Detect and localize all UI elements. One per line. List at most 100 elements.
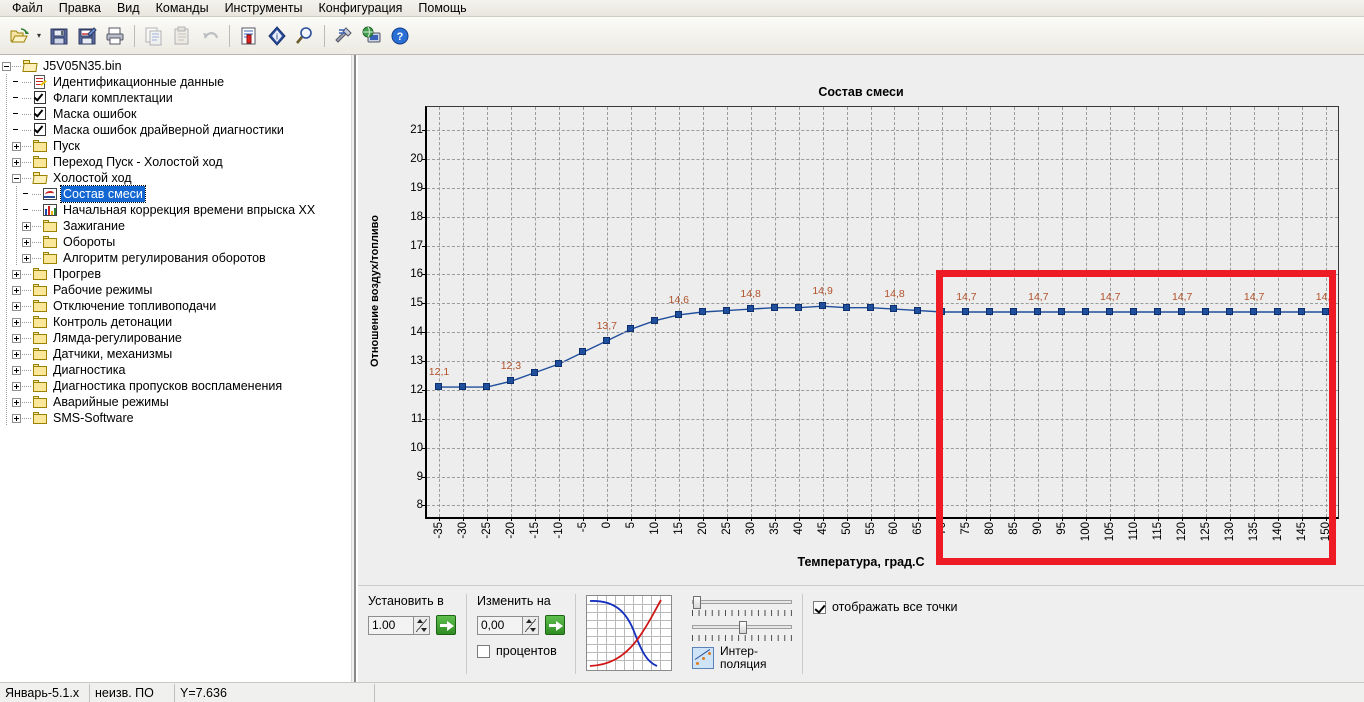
tree-item-12[interactable]: Прогрев [2, 266, 354, 282]
tree-expander-16[interactable] [12, 333, 21, 343]
spin-up-icon[interactable] [414, 617, 429, 626]
tree-item-16[interactable]: Лямда-регулирование [2, 330, 354, 346]
tree-expander-10[interactable] [22, 237, 31, 247]
data-point-20[interactable] [914, 306, 922, 314]
tree-expander-5[interactable] [12, 157, 21, 167]
tree-item-21[interactable]: SMS-Software [2, 410, 354, 426]
slider-knob[interactable] [693, 596, 701, 609]
data-point-9[interactable] [650, 316, 658, 324]
data-point-8[interactable] [626, 325, 634, 333]
copy-icon[interactable] [141, 23, 167, 49]
data-point-23[interactable] [986, 308, 994, 315]
report-icon[interactable] [236, 23, 262, 49]
data-point-7[interactable] [602, 336, 610, 344]
tree-item-17[interactable]: Датчики, механизмы [2, 346, 354, 362]
spin-down-icon[interactable] [523, 625, 538, 634]
tree-item-0[interactable]: Идентификационные данные [2, 74, 354, 90]
show-all-points-row[interactable]: отображать все точки [813, 600, 957, 614]
data-point-31[interactable] [1178, 308, 1186, 315]
data-point-27[interactable] [1082, 308, 1090, 315]
show-all-points-checkbox[interactable] [813, 600, 826, 614]
data-point-2[interactable] [482, 383, 490, 391]
data-point-17[interactable] [842, 303, 850, 311]
open-file-icon[interactable] [6, 23, 32, 49]
data-point-37[interactable] [1322, 308, 1329, 315]
tools-icon[interactable] [331, 23, 357, 49]
apply-set-to-button[interactable] [436, 615, 456, 635]
data-point-32[interactable] [1202, 308, 1210, 315]
change-by-spinner[interactable] [477, 615, 539, 635]
data-point-28[interactable] [1106, 308, 1114, 315]
data-point-3[interactable] [506, 377, 514, 385]
save-as-icon[interactable] [74, 23, 100, 49]
data-point-25[interactable] [1034, 308, 1042, 315]
set-to-spinner[interactable] [368, 615, 430, 635]
tree-expander-6[interactable] [12, 173, 21, 183]
tree-item-11[interactable]: Алгоритм регулирования оборотов [2, 250, 354, 266]
data-point-24[interactable] [1010, 308, 1018, 315]
menu-item-help[interactable]: Помощь [410, 0, 474, 16]
tree-item-15[interactable]: Контроль детонации [2, 314, 354, 330]
data-point-13[interactable] [746, 305, 754, 313]
connect-icon[interactable] [359, 23, 385, 49]
data-point-0[interactable] [434, 383, 442, 391]
data-point-11[interactable] [698, 308, 706, 315]
menu-item-edit[interactable]: Правка [51, 0, 109, 16]
percent-checkbox[interactable] [477, 644, 490, 658]
tree-item-13[interactable]: Рабочие режимы [2, 282, 354, 298]
menu-item-tools[interactable]: Инструменты [217, 0, 311, 16]
data-point-18[interactable] [866, 303, 874, 311]
interpolation-slider-bottom[interactable] [692, 621, 792, 643]
tree-root-node[interactable]: J5V05N35.bin [2, 58, 354, 74]
data-point-16[interactable] [818, 302, 826, 310]
set-to-input[interactable] [369, 616, 413, 634]
menu-item-view[interactable]: Вид [109, 0, 148, 16]
chart-area[interactable]: Состав смеси Отношение воздух/топливо Те… [358, 55, 1364, 585]
data-point-5[interactable] [554, 359, 562, 367]
tree-item-2[interactable]: Маска ошибок [2, 106, 354, 122]
slider-knob[interactable] [739, 621, 747, 634]
sidebar-scrollbar[interactable] [351, 55, 354, 682]
tree-item-18[interactable]: Диагностика [2, 362, 354, 378]
search-icon[interactable] [292, 23, 318, 49]
set-to-spin-buttons[interactable] [413, 616, 429, 634]
data-point-30[interactable] [1154, 308, 1162, 315]
data-point-4[interactable] [530, 368, 538, 376]
change-by-input[interactable] [478, 616, 522, 634]
tree-expander-14[interactable] [12, 301, 21, 311]
navigation-tree-panel[interactable]: J5V05N35.bin Идентификационные данные Фла… [0, 55, 356, 682]
percent-checkbox-row[interactable]: процентов [477, 644, 565, 658]
tree-item-5[interactable]: Переход Пуск - Холостой ход [2, 154, 354, 170]
print-icon[interactable] [102, 23, 128, 49]
data-point-35[interactable] [1274, 308, 1282, 315]
data-point-15[interactable] [794, 303, 802, 311]
undo-icon[interactable] [197, 23, 223, 49]
menu-item-commands[interactable]: Команды [148, 0, 217, 16]
tree-item-8[interactable]: Начальная коррекция времени впрыска ХХ [2, 202, 354, 218]
data-point-1[interactable] [458, 383, 466, 391]
paste-icon[interactable] [169, 23, 195, 49]
tree-expander-21[interactable] [12, 413, 21, 423]
data-point-36[interactable] [1298, 308, 1306, 315]
tree-expander-20[interactable] [12, 397, 21, 407]
tree-item-4[interactable]: Пуск [2, 138, 354, 154]
data-point-10[interactable] [674, 310, 682, 318]
tree-expander-18[interactable] [12, 365, 21, 375]
data-point-29[interactable] [1130, 308, 1138, 315]
data-point-33[interactable] [1226, 308, 1234, 315]
tree-item-6[interactable]: Холостой ход [2, 170, 354, 186]
tree-expander-11[interactable] [22, 253, 31, 263]
data-point-14[interactable] [770, 303, 778, 311]
tree-expander-19[interactable] [12, 381, 21, 391]
collapse-root-expander[interactable] [2, 61, 11, 71]
tree-item-7[interactable]: Состав смеси [2, 185, 354, 203]
tree-item-20[interactable]: Аварийные режимы [2, 394, 354, 410]
tree-expander-9[interactable] [22, 221, 31, 231]
tree-item-9[interactable]: Зажигание [2, 218, 354, 234]
data-point-6[interactable] [578, 348, 586, 356]
tree-item-14[interactable]: Отключение топливоподачи [2, 298, 354, 314]
save-file-icon[interactable] [46, 23, 72, 49]
tree-expander-4[interactable] [12, 141, 21, 151]
menu-item-file[interactable]: Файл [4, 0, 51, 16]
tree-expander-13[interactable] [12, 285, 21, 295]
